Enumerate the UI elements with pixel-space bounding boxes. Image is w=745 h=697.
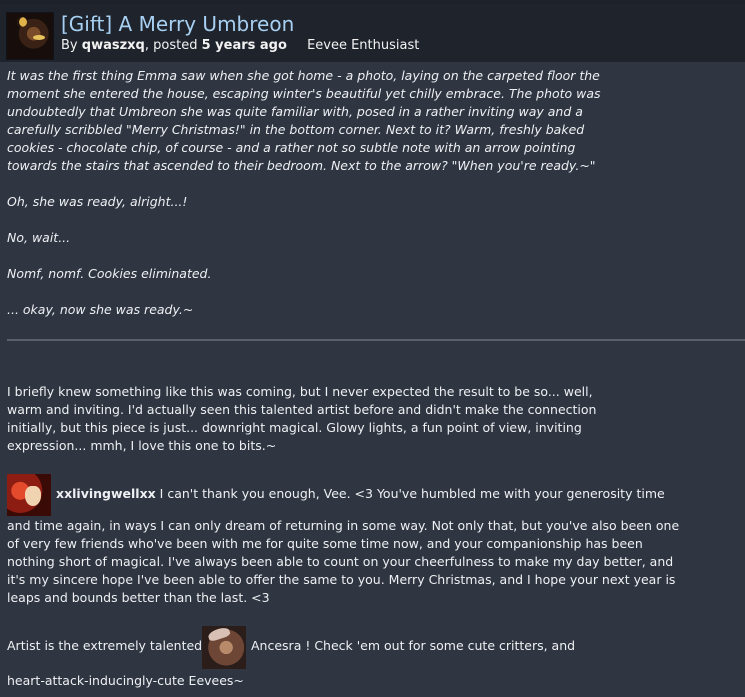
by-prefix: By: [61, 38, 78, 53]
story-text: It was the first thing Emma saw when she…: [7, 67, 627, 337]
author-avatar[interactable]: [6, 12, 54, 60]
story-paragraph: ... okay, now she was ready.~: [7, 302, 194, 317]
author-note: I briefly knew something like this was c…: [7, 384, 597, 453]
posted-time: 5 years ago: [201, 38, 287, 53]
dedication-continuation: and time again, in ways I can only dream…: [7, 518, 680, 605]
artist-credit-prefix: Artist is the extremely talented: [7, 638, 203, 653]
story-paragraph: Nomf, nomf. Cookies eliminated.: [7, 266, 212, 281]
story-paragraph: It was the first thing Emma saw when she…: [7, 68, 601, 173]
artist-name-link[interactable]: Ancesra: [251, 638, 301, 653]
dedication-text: I can't thank you enough, Vee. <3 You've…: [155, 486, 665, 501]
section-divider: [7, 339, 745, 341]
submission-title: [Gift] A Merry Umbreon: [61, 12, 295, 36]
submission-header: [Gift] A Merry Umbreon By qwaszxq, poste…: [0, 4, 745, 62]
posted-prefix: , posted: [144, 38, 198, 53]
artist-credit-suffix: ! Check 'em out for some cute critters, …: [301, 638, 576, 653]
dedication-first-line: xxlivingwellxx I can't thank you enough,…: [56, 485, 745, 503]
recipient-username-link[interactable]: xxlivingwellxx: [56, 486, 156, 501]
avatar-face: [25, 486, 41, 506]
byline: By qwaszxq, posted 5 years ago Eevee Ent…: [61, 38, 419, 53]
story-paragraph: Oh, she was ready, alright...!: [7, 194, 188, 209]
artist-avatar[interactable]: [202, 625, 246, 669]
artist-credit-last-line: heart-attack-inducingly-cute Eevees~: [7, 673, 244, 688]
avatar-eye: [33, 35, 45, 40]
story-paragraph: No, wait...: [7, 230, 71, 245]
artist-credit: Ancesra ! Check 'em out for some cute cr…: [251, 637, 575, 655]
author-link[interactable]: qwaszxq: [82, 38, 145, 53]
recipient-avatar[interactable]: [7, 474, 51, 516]
avatar-ear: [206, 625, 232, 643]
moon-icon: [17, 17, 27, 27]
author-rank: Eevee Enthusiast: [307, 38, 420, 53]
